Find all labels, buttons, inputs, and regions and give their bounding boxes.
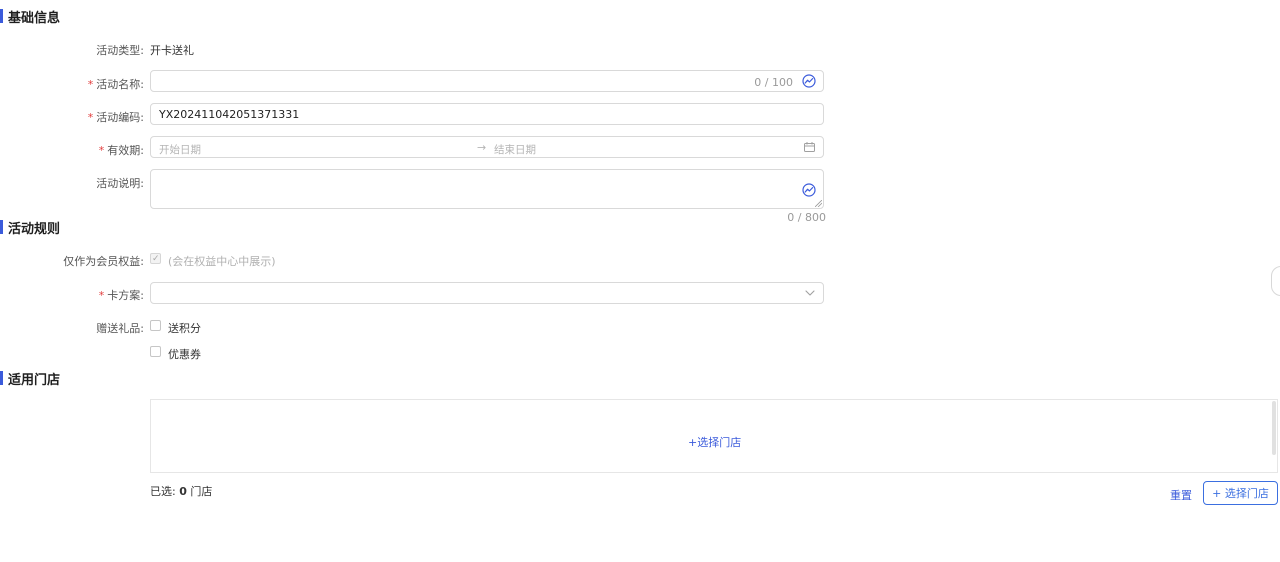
selected-store-summary: 已选: 0 门店: [150, 485, 213, 498]
resize-handle-icon[interactable]: [815, 200, 822, 207]
description-counter: 0 / 800: [787, 211, 826, 224]
range-arrow-icon: →: [477, 141, 487, 154]
section-accent-bar: [0, 220, 3, 234]
calendar-icon[interactable]: [804, 142, 815, 152]
panel-scrollbar[interactable]: [1272, 401, 1276, 455]
section-accent-bar: [0, 371, 3, 385]
member-benefit-label: 仅作为会员权益:: [63, 255, 144, 268]
gifts-label: 赠送礼品:: [96, 322, 144, 335]
gift-coupon-label[interactable]: 优惠券: [168, 346, 201, 362]
reset-button[interactable]: 重置: [1170, 487, 1192, 503]
activity-name-label: * 活动名称:: [87, 78, 144, 91]
card-plan-label: * 卡方案:: [98, 289, 144, 302]
activity-code-label: * 活动编码:: [87, 111, 144, 124]
end-date-input[interactable]: 结束日期: [494, 142, 536, 157]
select-store-link[interactable]: +选择门店: [688, 434, 741, 450]
selected-store-count: 0: [179, 485, 187, 498]
chevron-down-icon: [805, 290, 815, 296]
activity-type-label: 活动类型:: [96, 44, 144, 57]
check-icon: ✓: [152, 254, 160, 264]
ai-assist-icon[interactable]: [802, 183, 816, 197]
description-label: 活动说明:: [96, 177, 144, 190]
validity-label: * 有效期:: [98, 144, 144, 157]
section-title-stores: 适用门店: [8, 372, 61, 388]
gift-points-checkbox[interactable]: [150, 320, 161, 331]
section-title-rules: 活动规则: [8, 221, 61, 237]
side-panel-toggle[interactable]: [1271, 266, 1280, 296]
card-plan-select[interactable]: [150, 282, 824, 304]
ai-assist-icon[interactable]: [802, 74, 816, 88]
section-activity-rules: 活动规则: [0, 220, 61, 237]
activity-code-input[interactable]: YX202411042051371331: [150, 103, 824, 125]
select-store-button[interactable]: + 选择门店: [1203, 481, 1278, 505]
section-applicable-stores: 适用门店: [0, 371, 61, 388]
member-benefit-checkbox[interactable]: ✓: [150, 253, 161, 264]
member-benefit-hint: (会在权益中心中展示): [168, 255, 276, 268]
section-accent-bar: [0, 9, 3, 23]
section-title-basic: 基础信息: [8, 10, 61, 26]
section-basic-info: 基础信息: [0, 9, 61, 26]
validity-date-range[interactable]: 开始日期 → 结束日期: [150, 136, 824, 158]
gift-coupon-checkbox[interactable]: [150, 346, 161, 357]
description-textarea[interactable]: [150, 169, 824, 209]
activity-name-counter: 0 / 100: [754, 76, 793, 89]
activity-name-input[interactable]: 0 / 100: [150, 70, 824, 92]
start-date-input[interactable]: 开始日期: [159, 142, 201, 157]
store-selection-panel: +选择门店: [150, 399, 1278, 473]
activity-type-value: 开卡送礼: [150, 44, 194, 57]
gift-points-label[interactable]: 送积分: [168, 320, 201, 336]
